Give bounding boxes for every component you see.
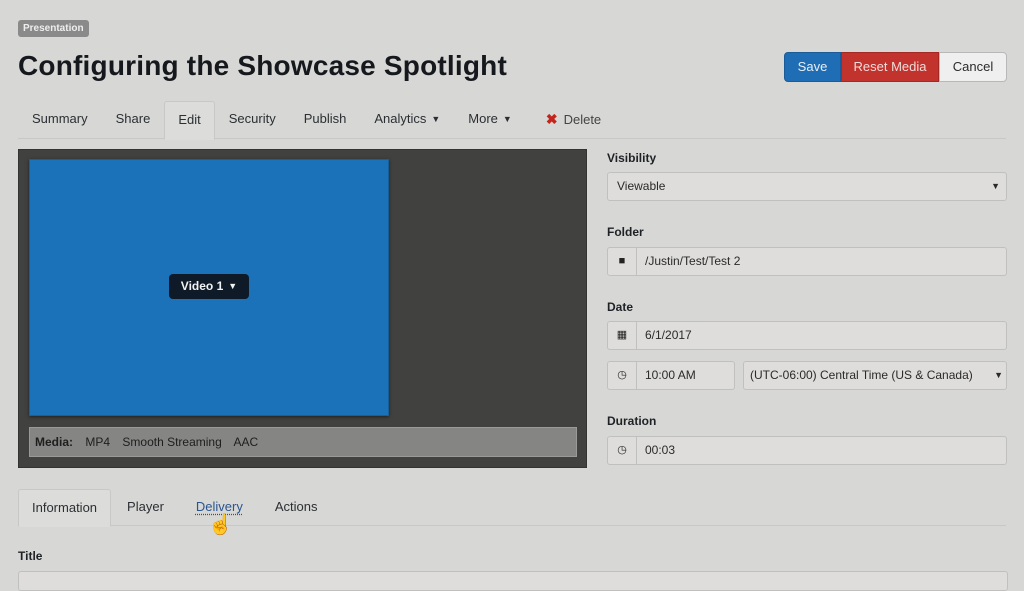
duration-field[interactable]: ◷ 00:03 <box>607 436 1007 465</box>
time-value: 10:00 AM <box>645 368 696 382</box>
tab-label: Information <box>32 500 98 515</box>
tab-security[interactable]: Security <box>215 101 290 139</box>
caret-down-icon: ▼ <box>991 181 1000 191</box>
detail-tabs: Information Player Delivery Actions <box>18 489 1006 527</box>
folder-icon[interactable]: ■ <box>608 248 637 275</box>
time-field[interactable]: ◷ 10:00 AM <box>607 361 735 390</box>
tab-actions[interactable]: Actions <box>259 489 334 526</box>
date-value: 6/1/2017 <box>645 328 692 342</box>
title-input[interactable] <box>18 571 1008 591</box>
tab-label: Player <box>127 499 164 514</box>
tab-more[interactable]: More ▼ <box>454 101 526 139</box>
action-buttons: Save Reset Media Cancel <box>784 52 1007 82</box>
folder-field[interactable]: ■ /Justin/Test/Test 2 <box>607 247 1007 276</box>
clock-icon[interactable]: ◷ <box>608 437 637 464</box>
tab-label: More <box>468 111 498 126</box>
tab-share[interactable]: Share <box>102 101 165 139</box>
tab-publish[interactable]: Publish <box>290 101 361 139</box>
timezone-select[interactable]: (UTC-06:00) Central Time (US & Canada) ▼ <box>743 361 1007 390</box>
cancel-button[interactable]: Cancel <box>939 52 1007 82</box>
calendar-icon[interactable]: ▦ <box>608 322 637 349</box>
media-formats-bar: Media: MP4 Smooth Streaming AAC <box>29 427 577 457</box>
tab-edit[interactable]: Edit <box>164 101 215 140</box>
tab-label: Edit <box>178 112 201 127</box>
tab-summary[interactable]: Summary <box>18 101 102 139</box>
timezone-value: (UTC-06:00) Central Time (US & Canada) <box>750 368 973 382</box>
tab-label: Delete <box>563 112 602 127</box>
folder-label: Folder <box>607 225 644 239</box>
page-title: Configuring the Showcase Spotlight <box>18 50 508 81</box>
media-label: Media: <box>35 435 74 449</box>
caret-down-icon: ▼ <box>431 114 441 124</box>
visibility-label: Visibility <box>607 151 657 165</box>
date-label: Date <box>607 300 634 314</box>
tab-label: Actions <box>274 499 318 514</box>
tab-information[interactable]: Information <box>18 489 112 527</box>
caret-down-icon: ▼ <box>994 370 1003 380</box>
tab-label: Analytics <box>374 111 427 126</box>
title-label: Title <box>18 549 43 563</box>
video-select-dropdown[interactable]: Video 1 ▼ <box>169 274 249 299</box>
save-button[interactable]: Save <box>784 52 841 82</box>
caret-down-icon: ▼ <box>228 281 238 291</box>
tab-analytics[interactable]: Analytics ▼ <box>360 101 454 139</box>
duration-value: 00:03 <box>645 443 676 457</box>
tab-label: Security <box>228 111 276 126</box>
format-aac: AAC <box>233 435 259 449</box>
main-tabs: Summary Share Edit Security Publish Anal… <box>18 101 1006 140</box>
video-select-label: Video 1 <box>180 279 224 293</box>
duration-label: Duration <box>607 414 657 428</box>
type-badge: Presentation <box>18 20 89 37</box>
tab-label: Share <box>115 111 151 126</box>
format-mp4: MP4 <box>85 435 111 449</box>
date-field[interactable]: ▦ 6/1/2017 <box>607 321 1007 350</box>
video-preview[interactable]: Video 1 ▼ <box>29 159 389 416</box>
caret-down-icon: ▼ <box>502 114 512 124</box>
tab-player[interactable]: Player <box>111 489 180 526</box>
visibility-select[interactable]: Viewable ▼ <box>607 172 1007 201</box>
clock-icon[interactable]: ◷ <box>608 362 637 389</box>
tab-label: Summary <box>32 111 88 126</box>
visibility-value: Viewable <box>617 179 666 193</box>
reset-media-button[interactable]: Reset Media <box>841 52 939 82</box>
media-player: Video 1 ▼ Media: MP4 Smooth Streaming AAC <box>18 149 587 468</box>
close-x-icon: ✖ <box>545 111 558 127</box>
hand-pointer-cursor-icon: ☝ <box>208 514 233 536</box>
tab-label: Publish <box>303 111 347 126</box>
delete-button[interactable]: ✖ Delete <box>532 101 615 139</box>
folder-value: /Justin/Test/Test 2 <box>645 254 741 268</box>
format-smooth-streaming: Smooth Streaming <box>122 435 222 449</box>
